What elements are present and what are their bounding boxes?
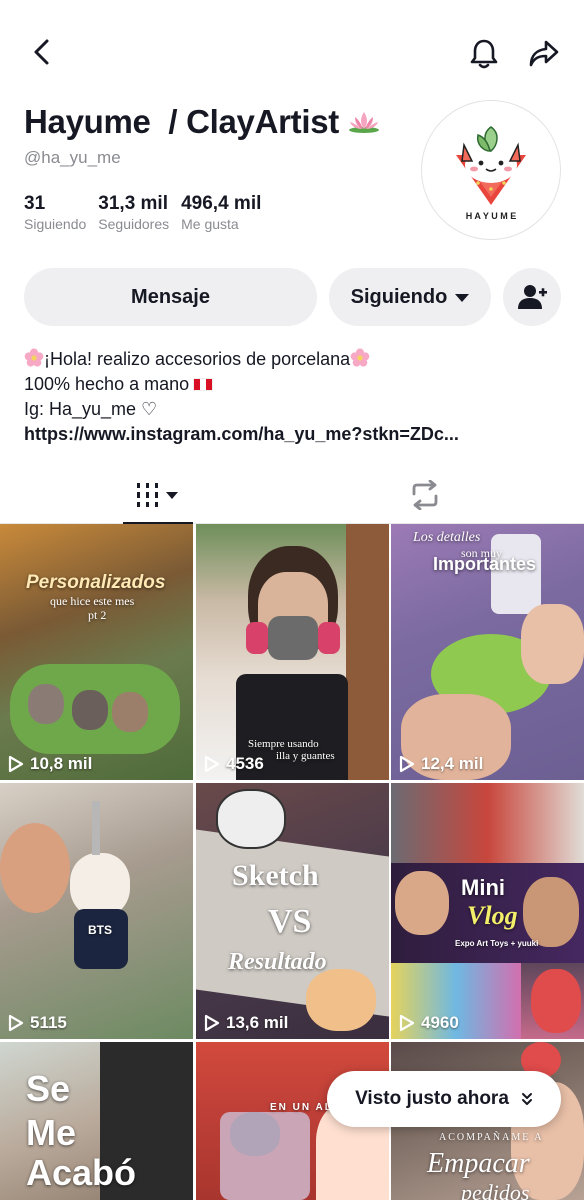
bell-icon — [470, 39, 498, 69]
video-overlay-subtitle: EN UN AL — [270, 1102, 333, 1113]
profile-bio: ¡Hola! realizo accesorios de porcelana 1… — [24, 347, 564, 447]
video-thumbnail[interactable]: Siempre usando illa y guantes 4536 — [196, 524, 389, 780]
video-overlay-subtitle: Siempre usando — [248, 738, 319, 750]
repost-icon — [412, 480, 438, 510]
video-view-count-text: 4960 — [421, 1013, 459, 1032]
video-thumbnail[interactable]: Personalizados que hice este mes pt 2 10… — [0, 524, 193, 780]
play-icon — [399, 755, 415, 773]
stat-followers-label: Seguidores — [98, 216, 170, 232]
video-view-count-text: 4536 — [226, 754, 264, 773]
video-overlay-subtitle-2: pt 2 — [88, 608, 107, 622]
video-overlay-subtitle-2: Acabó — [26, 1152, 137, 1193]
video-view-count-text: 5115 — [30, 1013, 67, 1032]
profile-info: Hayume / ClayArtist @ha_yu_me 31 Siguien… — [24, 100, 414, 232]
video-overlay-title: Importantes — [433, 554, 537, 574]
video-overlay-subtitle-2: Resultado — [228, 949, 327, 975]
share-button[interactable] — [522, 32, 566, 76]
bio-line-2: 100% hecho a mano — [24, 372, 564, 397]
add-user-icon — [518, 285, 547, 309]
play-icon — [204, 1014, 220, 1032]
stat-likes[interactable]: 496,4 mil Me gusta — [181, 193, 262, 233]
bio-line-3: Ig: Ha_yu_me ♡ — [24, 399, 158, 419]
caret-down-icon — [455, 294, 470, 302]
video-view-count-text: 10,8 mil — [30, 754, 93, 773]
video-view-count: 13,6 mil — [204, 1013, 288, 1033]
tab-reposts[interactable] — [390, 466, 460, 524]
back-button[interactable] — [22, 32, 62, 72]
video-overlay-title: Se — [26, 1068, 71, 1109]
peru-flag-icon — [193, 378, 214, 391]
stat-following-label: Siguiendo — [24, 216, 87, 232]
video-thumbnail[interactable]: BTS 5115 — [0, 783, 193, 1039]
add-friend-button[interactable] — [503, 268, 561, 326]
video-overlay-title: Personalizados — [26, 572, 166, 593]
stat-likes-count: 496,4 mil — [181, 193, 262, 214]
video-overlay-subtitle: Vlog — [467, 901, 518, 930]
play-icon — [8, 1014, 24, 1032]
video-thumbnail[interactable]: Se Me Acabó — [0, 1042, 193, 1200]
video-overlay-title: Sketch — [232, 859, 319, 892]
video-overlay-subtitle-2: illa y guantes — [276, 750, 335, 762]
play-icon — [204, 755, 220, 773]
chevron-left-icon — [34, 39, 49, 65]
stat-following[interactable]: 31 Siguiendo — [24, 193, 87, 233]
video-view-count: 10,8 mil — [8, 754, 92, 774]
stat-following-count: 31 — [24, 193, 46, 214]
bio-line-1: ¡Hola! realizo accesorios de porcelana — [24, 347, 564, 372]
video-overlay-subtitle: que hice este mes — [50, 594, 135, 608]
video-thumbnail[interactable]: Los detalles son muy Importantes 12,4 mi… — [391, 524, 584, 780]
profile-name-row: Hayume / ClayArtist — [24, 100, 414, 144]
share-arrow-icon — [529, 40, 559, 67]
video-thumbnail[interactable]: Mini Vlog Expo Art Toys + yuuki 4960 — [391, 783, 584, 1039]
video-overlay-subtitle: VS — [268, 903, 312, 940]
top-bar — [0, 0, 584, 100]
stat-likes-label: Me gusta — [181, 216, 239, 232]
profile-stats: 31 Siguiendo 31,3 mil Seguidores 496,4 m… — [24, 193, 414, 233]
video-thumbnail[interactable]: Sketch VS Resultado 13,6 mil — [196, 783, 389, 1039]
avatar-text: H A Y U M E — [466, 211, 517, 221]
play-icon — [8, 755, 24, 773]
following-dropdown-button[interactable]: Siguiendo — [329, 268, 491, 326]
seen-just-now-toast[interactable]: Visto justo ahora — [327, 1071, 561, 1127]
following-button-label: Siguiendo — [350, 285, 448, 308]
bio-text-2: 100% hecho a mano — [24, 374, 190, 394]
video-view-count-text: 12,4 mil — [421, 754, 484, 773]
content-tabs — [0, 466, 584, 525]
video-overlay-subtitle: ACOMPAÑAME A — [439, 1132, 544, 1143]
lotus-icon — [348, 112, 379, 133]
stat-followers-count: 31,3 mil — [98, 193, 168, 214]
video-view-count: 4960 — [399, 1013, 459, 1033]
double-chevron-down-icon — [521, 1093, 532, 1105]
video-view-count-text: 13,6 mil — [226, 1013, 289, 1032]
stat-followers[interactable]: 31,3 mil Seguidores — [98, 193, 170, 233]
notifications-button[interactable] — [462, 32, 506, 76]
video-view-count: 4536 — [204, 754, 264, 774]
video-overlay-subtitle: Me — [26, 1112, 77, 1153]
video-overlay-title: Empacar — [427, 1148, 530, 1179]
avatar-logo: H A Y U M E — [456, 126, 526, 221]
profile-name: Hayume / ClayArtist — [24, 103, 339, 140]
message-button-label: Mensaje — [131, 285, 210, 308]
grid-videos-icon — [137, 483, 178, 507]
video-view-count: 5115 — [8, 1013, 67, 1033]
video-overlay-subtitle: Los detalles — [413, 530, 481, 545]
toast-label: Visto justo ahora — [355, 1088, 509, 1109]
video-overlay-subtitle-2: Expo Art Toys + yuuki — [455, 939, 539, 948]
video-overlay-subtitle-2: pedidos — [461, 1180, 530, 1200]
profile-handle: @ha_yu_me — [24, 148, 121, 167]
tab-videos[interactable] — [123, 466, 193, 525]
bio-link[interactable]: https://www.instagram.com/ha_yu_me?stkn=… — [24, 422, 564, 447]
avatar[interactable]: H A Y U M E — [421, 100, 561, 240]
cherry-blossom-icon — [350, 348, 370, 367]
bio-text-1: ¡Hola! realizo accesorios de porcelana — [44, 349, 351, 369]
video-overlay-title: BTS — [88, 923, 112, 937]
message-button[interactable]: Mensaje — [24, 268, 317, 326]
video-view-count: 12,4 mil — [399, 754, 483, 774]
cherry-blossom-icon — [24, 348, 44, 367]
video-overlay-title: Mini — [461, 875, 505, 900]
play-icon — [399, 1014, 415, 1032]
